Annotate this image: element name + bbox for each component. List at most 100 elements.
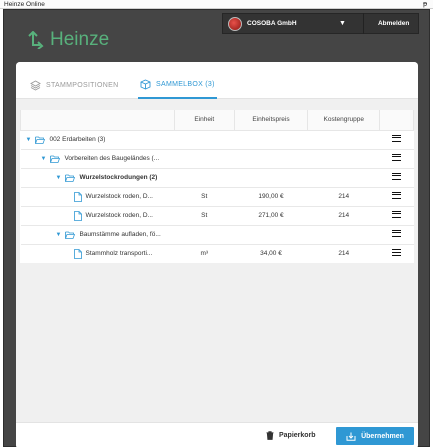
row-label: Vorbereiten des Baugeländes (...	[64, 155, 160, 162]
uebernehmen-button[interactable]: Übernehmen	[336, 427, 414, 445]
kostengruppe-cell: 214	[307, 243, 380, 263]
company-selector[interactable]: COSOBA GmbH	[247, 20, 337, 27]
row-menu-cell	[379, 167, 414, 187]
einheit-cell	[174, 129, 235, 149]
tree-cell[interactable]: Wurzelstock roden, D...	[20, 205, 175, 225]
tree-cell[interactable]: ▼ Baumstämme aufladen, fö...	[20, 224, 175, 244]
hamburger-menu-icon[interactable]	[392, 154, 402, 161]
logout-button[interactable]: Abmelden	[378, 20, 409, 27]
expand-toggle-icon[interactable]: ▼	[41, 156, 47, 162]
layers-icon	[30, 80, 41, 91]
kostengruppe-cell: 214	[307, 205, 380, 225]
window-titlebar: Heinze Online ᵽ	[0, 0, 433, 9]
col-name-header	[20, 110, 175, 131]
table-row[interactable]: ▼ Baumstämme aufladen, fö...	[20, 224, 414, 244]
app-frame: Heinze COSOBA GmbH ▼ Abmelden STAMMPOSIT…	[3, 9, 430, 447]
tree-cell[interactable]: ▼ Wurzelstockrodungen (2)	[20, 167, 175, 187]
folder-open-icon	[50, 155, 61, 163]
row-label: Baumstämme aufladen, fö...	[79, 231, 161, 238]
tab-label: STAMMPOSITIONEN	[46, 82, 119, 89]
papierkorb-button[interactable]: Papierkorb	[266, 431, 316, 440]
row-label: Stammholz transporti...	[85, 250, 153, 258]
einheit-cell: St	[174, 186, 235, 206]
expand-toggle-icon[interactable]: ▼	[56, 232, 62, 238]
einheitspreis-cell: 190,00 €	[234, 186, 308, 206]
company-avatar-icon	[228, 16, 242, 31]
row-menu-cell	[379, 148, 414, 168]
table-row[interactable]: ▼ Vorbereiten des Baugeländes (...	[20, 148, 414, 168]
row-label: Wurzelstock roden, D...	[85, 212, 153, 219]
folder-open-icon	[35, 136, 46, 144]
row-menu-cell	[379, 205, 414, 225]
einheitspreis-cell: 34,00 €	[234, 243, 308, 263]
expand-toggle-icon[interactable]: ▼	[56, 175, 62, 181]
hamburger-menu-icon[interactable]	[392, 173, 402, 180]
import-icon	[346, 432, 356, 441]
heinze-arrows-icon	[28, 31, 44, 49]
expand-toggle-icon[interactable]: ▼	[26, 137, 32, 143]
file-icon	[73, 191, 82, 202]
user-bar: COSOBA GmbH ▼ Abmelden	[222, 13, 419, 34]
folder-open-icon	[65, 231, 76, 239]
tree-cell[interactable]: Wurzelstock roden, D...	[20, 186, 175, 206]
einheit-cell	[174, 148, 235, 168]
table-row[interactable]: Wurzelstock roden, D... St 271,00 €214	[20, 205, 414, 225]
table-row[interactable]: ▼ Wurzelstockrodungen (2)	[20, 167, 414, 187]
einheitspreis-cell	[234, 224, 308, 244]
kostengruppe-cell: 214	[307, 186, 380, 206]
tab-bar: STAMMPOSITIONEN SAMMELBOX (3)	[16, 62, 418, 99]
einheit-cell: St	[174, 205, 235, 225]
kostengruppe-cell	[307, 129, 380, 149]
brand-name: Heinze	[50, 29, 110, 50]
tree-cell[interactable]: Stammholz transporti...	[20, 243, 175, 263]
hamburger-menu-icon[interactable]	[392, 192, 402, 199]
einheit-cell: m³	[174, 243, 235, 263]
file-icon	[73, 210, 82, 221]
table-row[interactable]: ▼ 002 Erdarbeiten (3)	[20, 129, 414, 149]
chevron-down-icon[interactable]: ▼	[339, 20, 346, 27]
sammelbox-table: Einheit Einheitspreis Kostengruppe ▼ 002 …	[20, 110, 414, 263]
row-menu-cell	[379, 129, 414, 149]
row-label: 002 Erdarbeiten (3)	[49, 136, 106, 143]
hamburger-menu-icon[interactable]	[392, 230, 402, 237]
einheitspreis-cell	[234, 167, 308, 187]
trash-icon	[266, 431, 274, 440]
hamburger-menu-icon[interactable]	[392, 249, 402, 257]
hamburger-menu-icon[interactable]	[392, 135, 402, 142]
tab-label: SAMMELBOX (3)	[156, 81, 215, 88]
einheitspreis-cell: 271,00 €	[234, 205, 308, 225]
tab-stammpositionen[interactable]: STAMMPOSITIONEN	[30, 72, 118, 99]
row-label: Wurzelstockrodungen (2)	[79, 174, 158, 181]
uebernehmen-label: Übernehmen	[361, 432, 404, 440]
col-einheit-header[interactable]: Einheit	[173, 110, 235, 131]
folder-open-icon	[65, 174, 76, 182]
einheit-cell	[174, 224, 235, 244]
einheit-cell	[174, 167, 235, 187]
window-title: Heinze Online	[4, 1, 45, 8]
table-header-row: Einheit Einheitspreis Kostengruppe	[20, 110, 414, 131]
papierkorb-label: Papierkorb	[279, 432, 316, 439]
row-menu-cell	[379, 186, 414, 206]
kostengruppe-cell	[307, 148, 380, 168]
einheitspreis-cell	[234, 148, 308, 168]
col-menu-header	[379, 110, 414, 131]
hamburger-menu-icon[interactable]	[392, 211, 402, 218]
box-icon	[140, 79, 151, 90]
row-menu-cell	[379, 224, 414, 244]
table-row[interactable]: Stammholz transporti... m³ 34,00 €214	[20, 243, 414, 263]
tree-cell[interactable]: ▼ 002 Erdarbeiten (3)	[20, 129, 175, 149]
panel-footer: Papierkorb Übernehmen	[16, 422, 418, 447]
row-menu-cell	[379, 243, 414, 263]
tab-sammelbox[interactable]: SAMMELBOX (3)	[138, 72, 217, 99]
col-einheitspreis-header[interactable]: Einheitspreis	[233, 110, 309, 131]
file-icon	[73, 248, 82, 259]
table-row[interactable]: Wurzelstock roden, D... St 190,00 €214	[20, 186, 414, 206]
col-kostengruppe-header[interactable]: Kostengruppe	[307, 110, 381, 131]
kostengruppe-cell	[307, 224, 380, 244]
pin-icon[interactable]: ᵽ	[423, 0, 427, 9]
einheitspreis-cell	[234, 129, 308, 149]
row-label: Wurzelstock roden, D...	[85, 193, 153, 200]
tree-cell[interactable]: ▼ Vorbereiten des Baugeländes (...	[20, 148, 175, 168]
userbar-divider	[362, 13, 364, 34]
kostengruppe-cell	[307, 167, 380, 187]
